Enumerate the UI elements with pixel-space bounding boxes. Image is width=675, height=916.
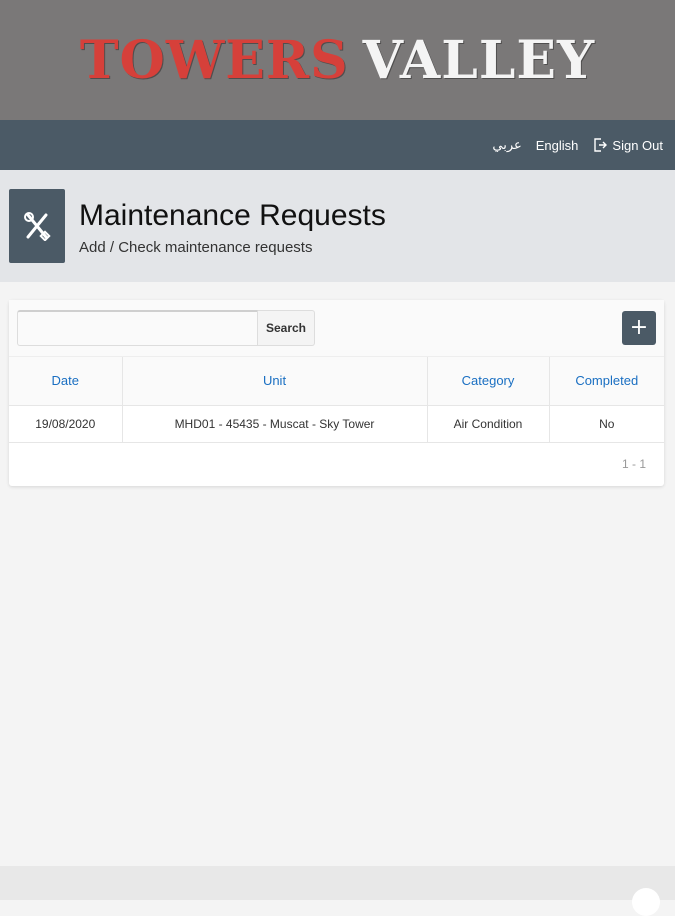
brand-banner: TOWERS VALLEY [0, 0, 675, 120]
cell-date: 19/08/2020 [9, 405, 123, 443]
search-input[interactable] [17, 310, 258, 346]
table-row[interactable]: 19/08/2020 MHD01 - 45435 - Muscat - Sky … [9, 405, 664, 443]
page-title: Maintenance Requests [79, 198, 386, 232]
add-request-button[interactable]: + [622, 311, 656, 345]
page-subtitle: Add / Check maintenance requests [79, 238, 313, 256]
cell-completed: No [549, 405, 664, 443]
pagination-info: 1 - 1 [9, 443, 664, 485]
requests-table: Date Unit Category Completed 19/08/2020 … [9, 357, 664, 443]
language-english-link[interactable]: English [536, 138, 579, 153]
page-footer [0, 866, 675, 916]
header-icon-box [9, 189, 65, 263]
table-header-row: Date Unit Category Completed [9, 357, 664, 406]
sign-out-label: Sign Out [612, 137, 663, 153]
table-toolbar: Search + [9, 300, 664, 357]
cell-category: Air Condition [427, 405, 550, 443]
pagination-range: 1 - 1 [621, 456, 646, 471]
column-header-completed[interactable]: Completed [549, 357, 664, 406]
sign-out-link[interactable]: Sign Out [592, 137, 663, 153]
page-header: Maintenance Requests Add / Check mainten… [0, 170, 675, 282]
brand-word-valley: VALLEY [362, 29, 596, 91]
search-button[interactable]: Search [258, 310, 315, 346]
floating-circle-button[interactable] [632, 888, 660, 916]
cell-unit: MHD01 - 45435 - Muscat - Sky Tower [122, 405, 428, 443]
column-header-category[interactable]: Category [427, 357, 550, 406]
language-arabic-link[interactable]: عربي [492, 137, 521, 153]
top-navbar: عربي English Sign Out [0, 120, 675, 170]
tools-icon [24, 212, 51, 241]
requests-card: Search + Date Unit Category Completed 19… [9, 300, 664, 486]
column-header-date[interactable]: Date [9, 357, 123, 406]
column-header-unit[interactable]: Unit [122, 357, 428, 406]
header-text: Maintenance Requests Add / Check mainten… [79, 197, 386, 256]
brand-logo: TOWERS VALLEY [80, 30, 595, 91]
sign-out-icon [594, 138, 608, 152]
brand-word-towers: TOWERS [79, 29, 349, 91]
